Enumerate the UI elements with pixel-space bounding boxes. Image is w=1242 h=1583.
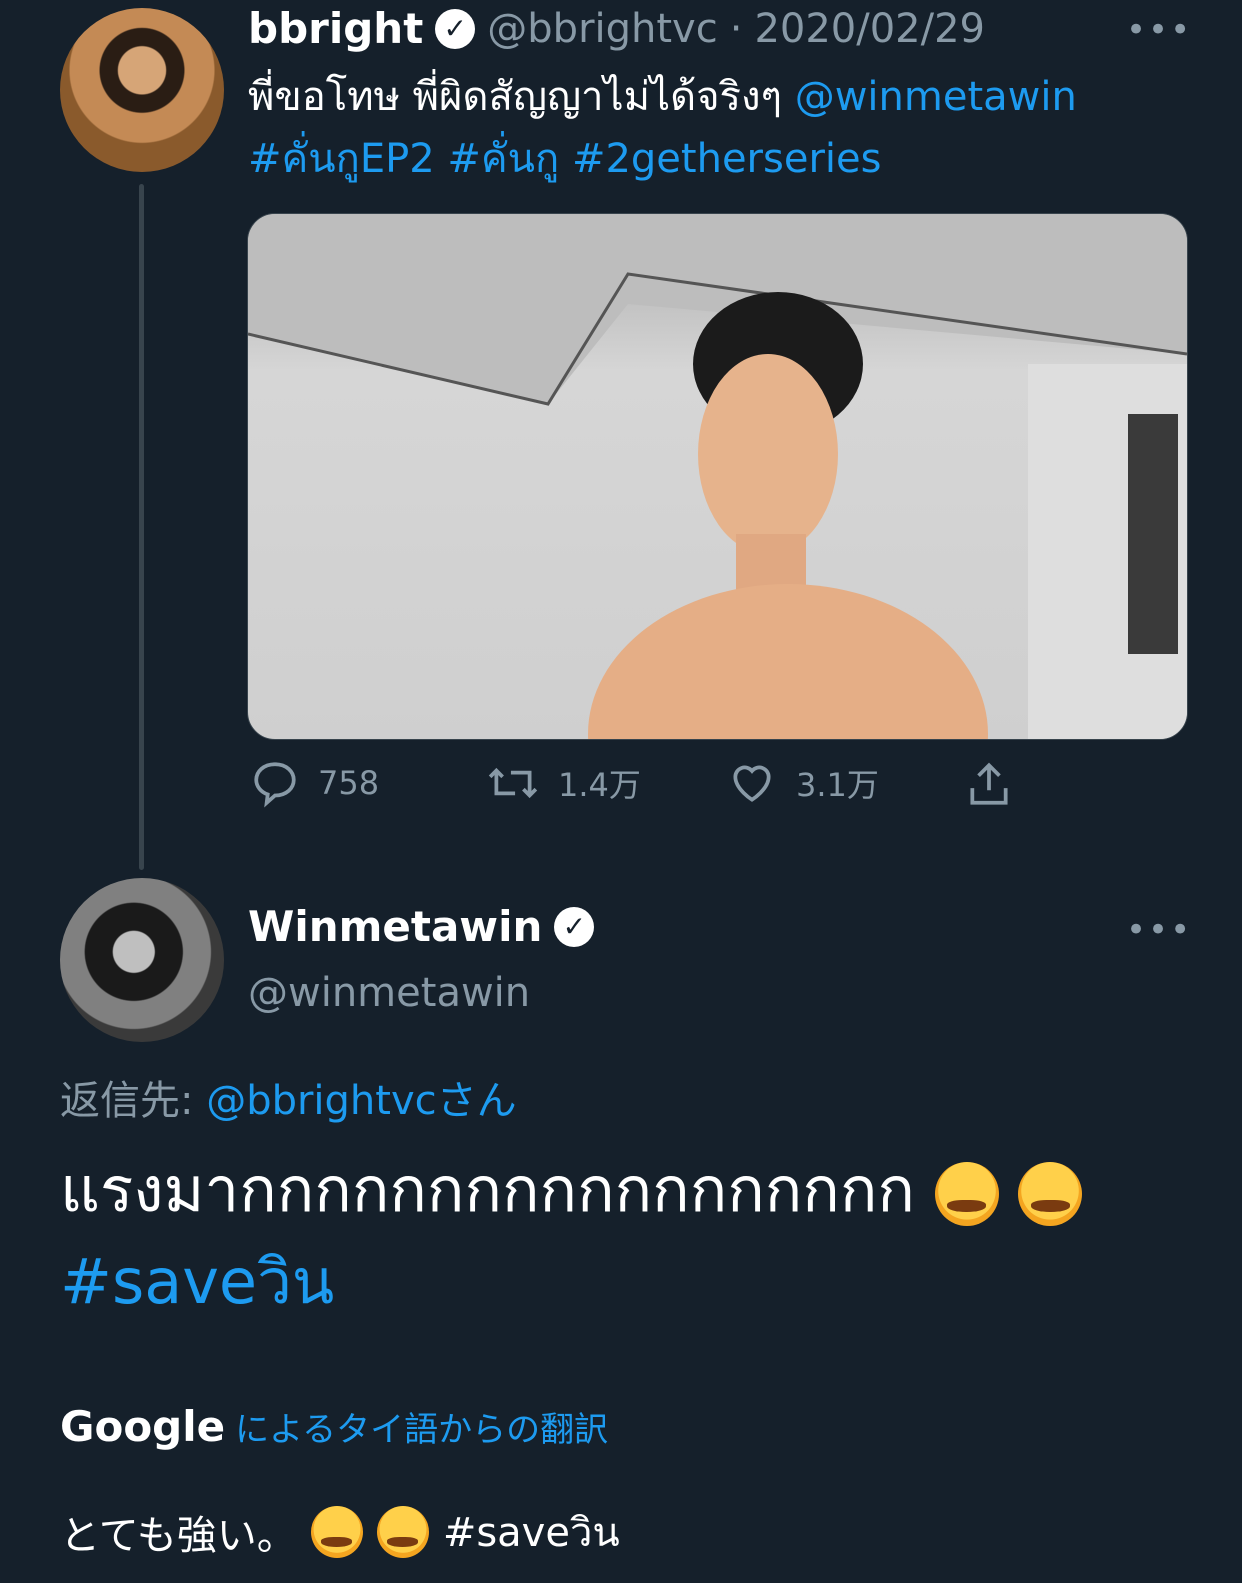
avatar-winmetawin[interactable]	[60, 878, 224, 1042]
like-count: 3.1万	[796, 766, 879, 804]
tweet2-more-icon[interactable]: •••	[1126, 910, 1192, 950]
tweet2-display-name[interactable]: Winmetawin	[248, 906, 542, 948]
reply-count: 758	[318, 764, 380, 802]
retweet-icon	[488, 767, 538, 799]
verified-badge-icon: ✓	[554, 907, 595, 947]
tweet2-handle[interactable]: @winmetawin	[248, 970, 530, 1016]
photo-illustration	[248, 214, 1187, 739]
retweet-action[interactable]: 1.4万	[486, 758, 641, 808]
translation-hashtag[interactable]: #saveวิน	[443, 1500, 620, 1564]
share-upload-icon	[970, 762, 1008, 805]
reply-to-line: 返信先: @bbrightvcさん	[60, 1068, 517, 1126]
reply-to-label: 返信先:	[60, 1078, 207, 1124]
loudly-crying-face-emoji	[376, 1506, 429, 1558]
avatar-bbright[interactable]	[60, 8, 224, 172]
separator-dot: ·	[729, 6, 743, 52]
tweet1-hashtags[interactable]: #คั่นกูEP2 #คั่นกู #2getherseries	[248, 136, 881, 182]
tweet1-header: bbright ✓ @bbrightvc · 2020/02/29	[248, 6, 985, 52]
tweet2-text: แรงมากกกกกกกกกกกกกกกกกก	[60, 1153, 915, 1226]
tweet2-hashtag[interactable]: #saveวิน	[60, 1245, 334, 1318]
reply-to-handle-link[interactable]: @bbrightvcさん	[206, 1078, 516, 1124]
tweet1-text: พี่ขอโทษ พี่ผิดสัญญาไม่ได้จริงๆ @winmeta…	[248, 66, 1208, 190]
translation-body: とても強い。 #saveวิน	[60, 1500, 620, 1564]
translation-header[interactable]: Google によるタイ語からの翻訳	[60, 1402, 608, 1451]
tweet1-date[interactable]: 2020/02/29	[754, 6, 985, 52]
tweet2-body: แรงมากกกกกกกกกกกกกกกกกก #saveวิน	[60, 1144, 1220, 1328]
heart-icon	[733, 765, 771, 802]
google-brand: Google	[60, 1402, 226, 1451]
tweet1-text-line1: พี่ขอโทษ พี่ผิดสัญญาไม่ได้จริงๆ	[248, 74, 795, 120]
tweet1-display-name[interactable]: bbright	[248, 8, 423, 50]
tweet1-media-photo[interactable]	[247, 213, 1188, 740]
translation-label[interactable]: によるタイ語からの翻訳	[235, 1402, 608, 1451]
translation-text: とても強い。	[60, 1513, 297, 1559]
comment-bubble-icon	[254, 762, 296, 808]
thread-connector-line	[139, 184, 144, 870]
loudly-crying-face-emoji	[934, 1161, 999, 1226]
tweet1-mention-link[interactable]: @winmetawin	[795, 74, 1077, 120]
tweet1-more-icon[interactable]: •••	[1126, 10, 1192, 50]
loudly-crying-face-emoji	[1018, 1161, 1083, 1226]
retweet-count: 1.4万	[558, 766, 641, 804]
loudly-crying-face-emoji	[310, 1506, 363, 1558]
tweet2-header: Winmetawin ✓	[248, 906, 595, 948]
tweet1-handle[interactable]: @bbrightvc	[487, 6, 717, 52]
share-action[interactable]	[964, 758, 1014, 810]
reply-action[interactable]: 758	[250, 758, 379, 808]
verified-badge-icon: ✓	[435, 9, 476, 49]
like-action[interactable]: 3.1万	[726, 758, 879, 808]
